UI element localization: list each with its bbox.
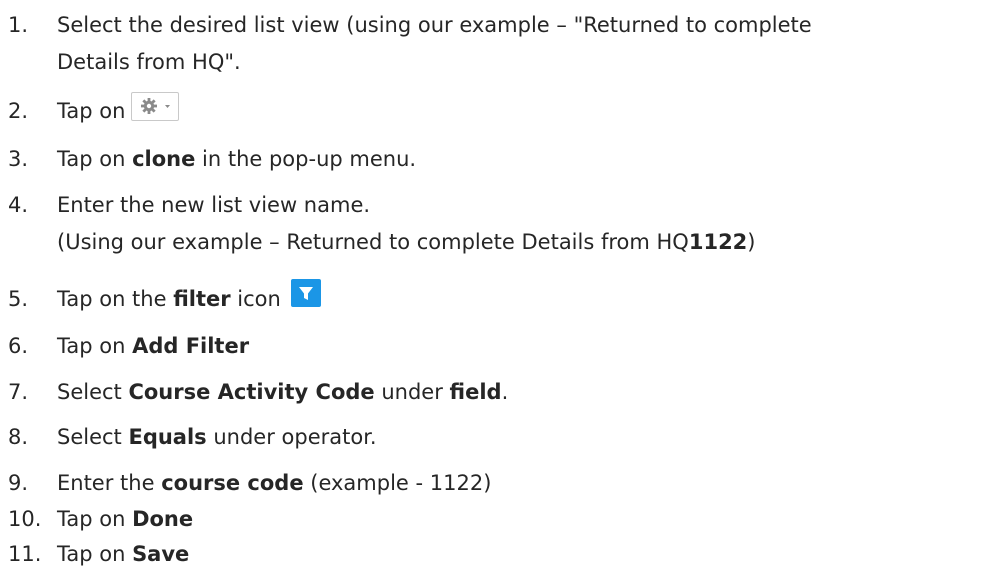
step-keyword: field [449, 380, 502, 404]
step-number: 3. [8, 147, 29, 171]
step-number: 2. [8, 99, 29, 123]
step-keyword: Add Filter [132, 334, 250, 358]
step-number: 6. [8, 334, 29, 358]
step-text: Select [57, 425, 129, 449]
step-text: . [501, 380, 509, 404]
step-text-continued: ) [747, 230, 756, 254]
step-number: 8. [8, 425, 29, 449]
step-keyword: course code [161, 471, 304, 495]
step-text: Enter the [57, 471, 162, 495]
step-keyword: Save [132, 542, 190, 566]
step-text: Tap on [57, 147, 133, 171]
step-text: Tap on [57, 507, 133, 531]
step-number: 5. [8, 287, 29, 311]
step-text: in the pop-up menu. [195, 147, 417, 171]
step-text: Select the desired list view (using our … [57, 13, 812, 37]
step-number: 11. [8, 542, 42, 566]
step-text: icon [230, 287, 281, 311]
step-text: Tap on [57, 334, 133, 358]
step-text: Select [57, 380, 129, 404]
step-number: 7. [8, 380, 29, 404]
step-keyword: Done [132, 507, 194, 531]
step-number: 10. [8, 507, 42, 531]
filter-icon [290, 279, 321, 307]
step-number: 9. [8, 471, 29, 495]
step-keyword: Course Activity Code [128, 380, 375, 404]
gear-dropdown-icon [131, 92, 180, 121]
step-keyword: clone [132, 147, 196, 171]
step-number: 1. [8, 13, 29, 37]
step-number: 4. [8, 193, 29, 217]
step-text: Enter the new list view name. [57, 193, 371, 217]
step-keyword: Equals [128, 425, 207, 449]
step-text: Tap on [57, 542, 133, 566]
step-text: under operator. [206, 425, 377, 449]
step-text-continued: Details from HQ". [57, 50, 241, 74]
step-text: Tap on [57, 99, 126, 123]
step-text-continued: (Using our example – Returned to complet… [57, 230, 689, 254]
step-keyword: 1122 [688, 230, 748, 254]
step-text: Tap on the [57, 287, 174, 311]
step-text: (example - 1122) [303, 471, 492, 495]
step-keyword: filter [173, 287, 231, 311]
step-text: under [374, 380, 450, 404]
